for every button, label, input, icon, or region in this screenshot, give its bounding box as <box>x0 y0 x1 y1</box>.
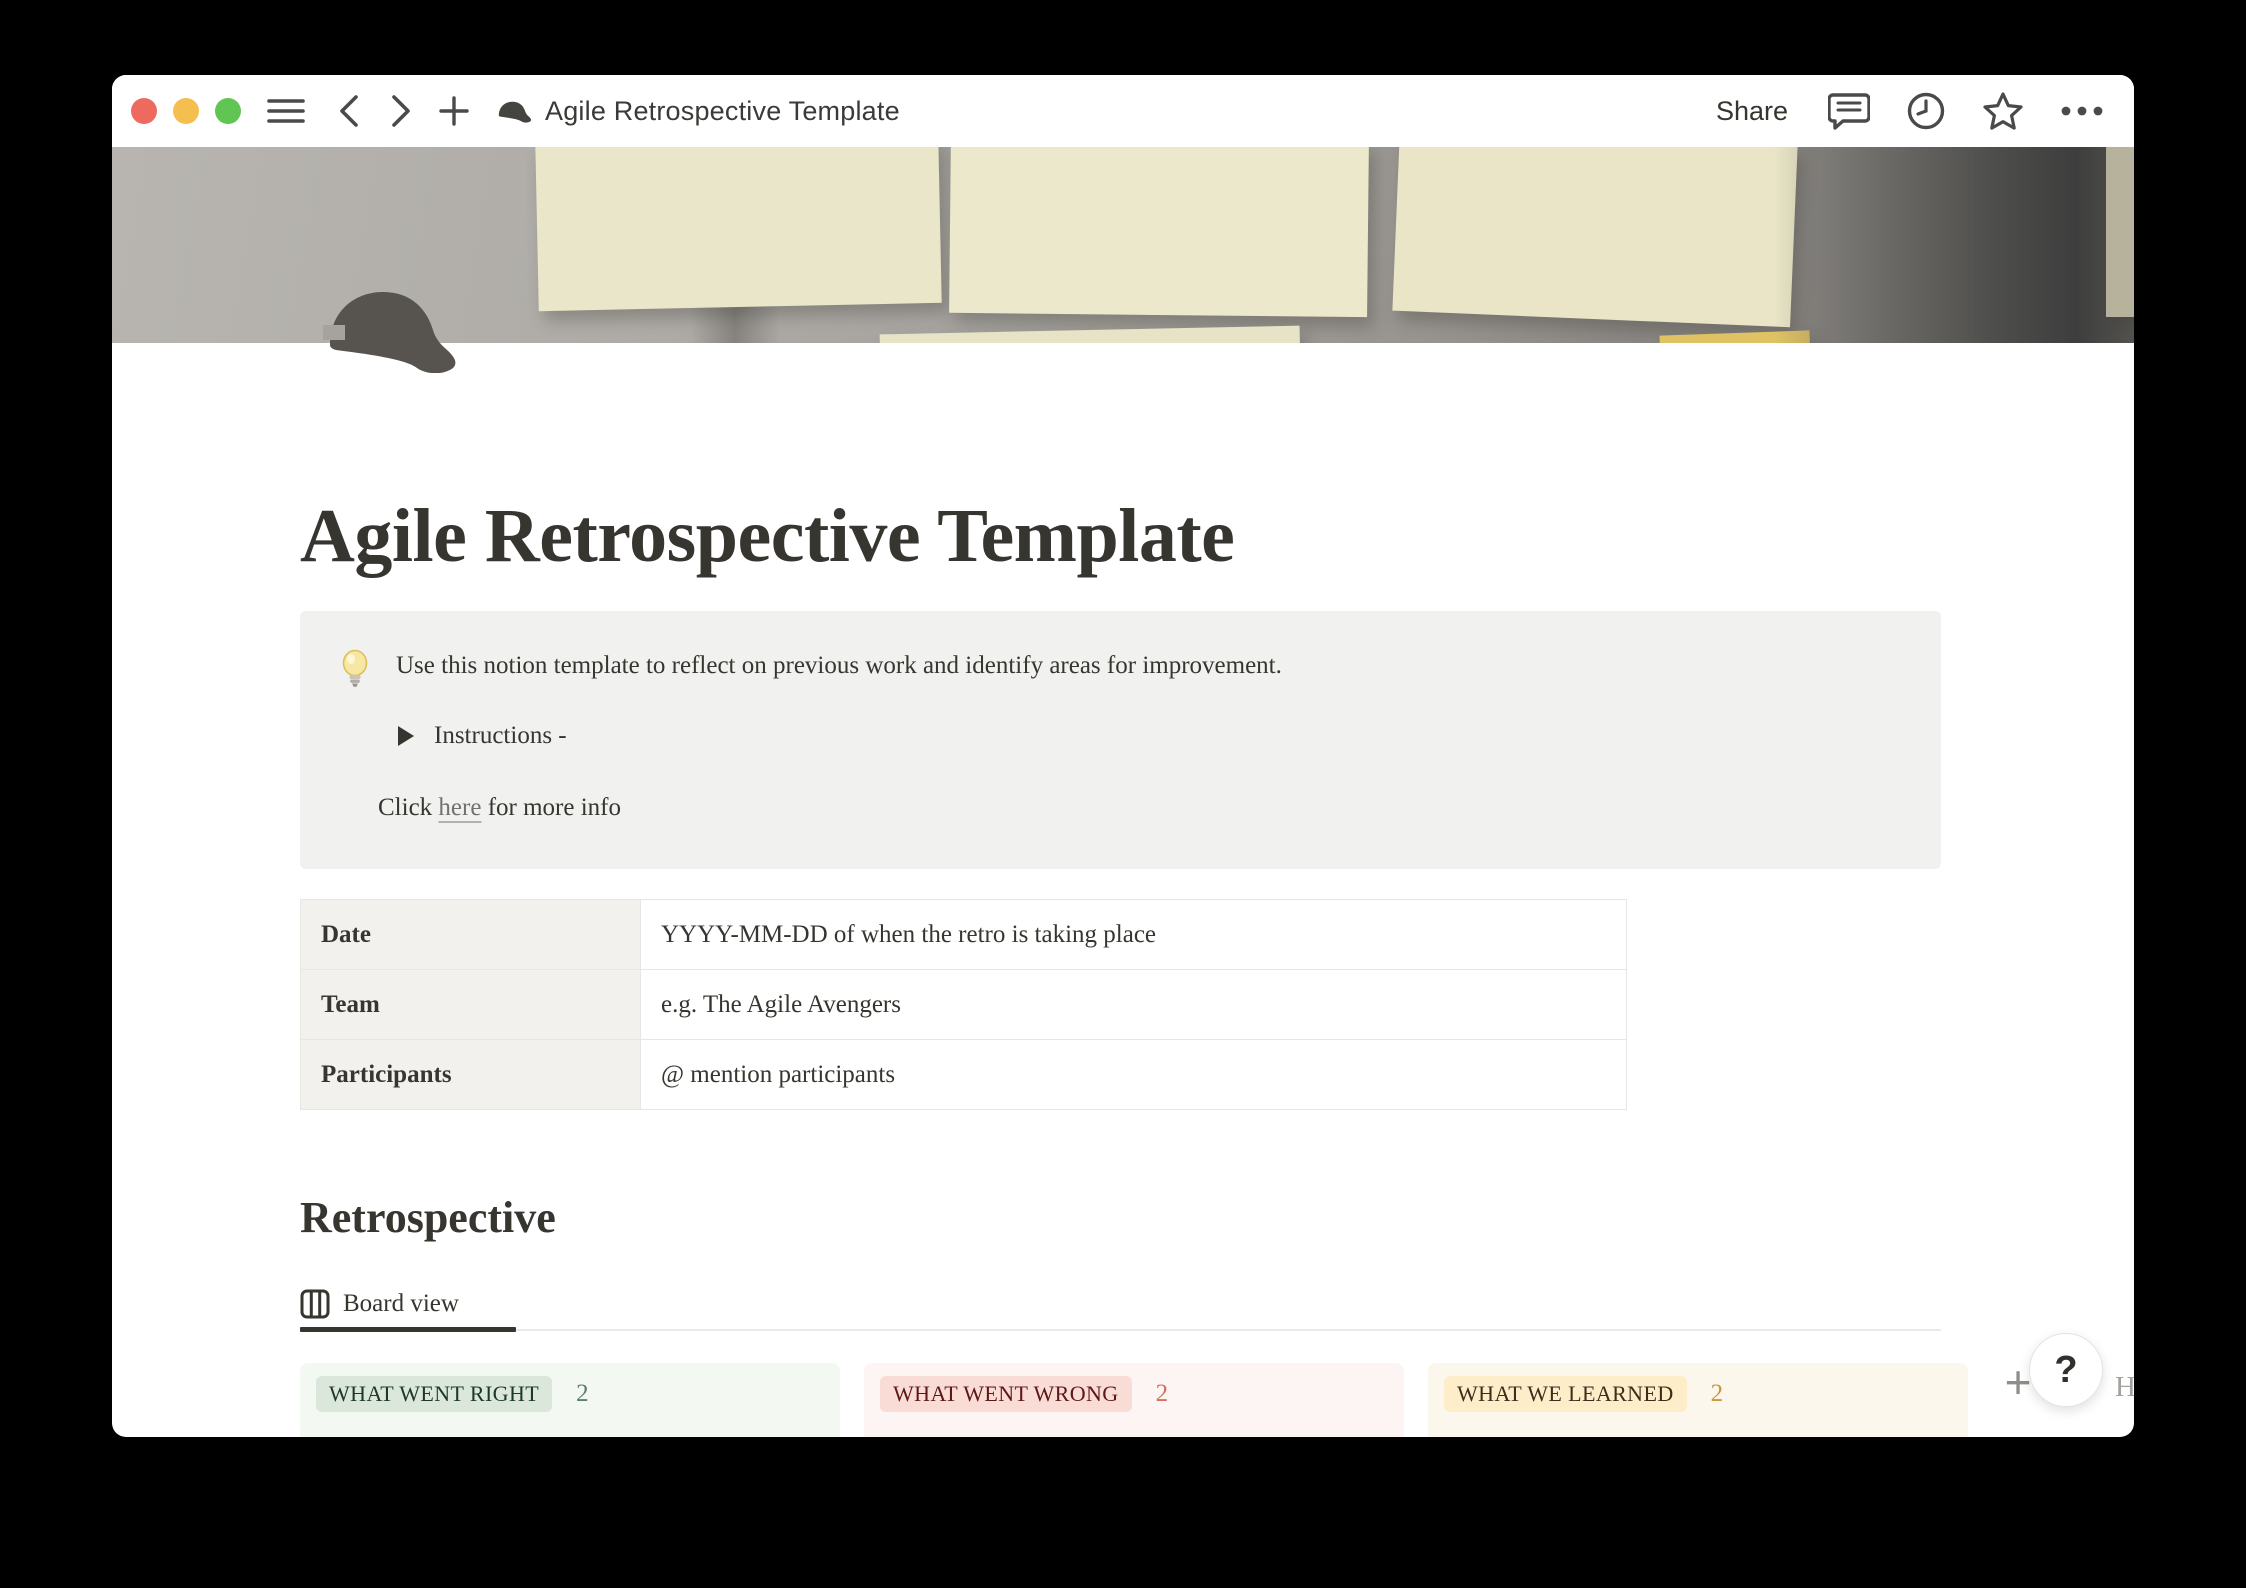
callout-block: Use this notion template to reflect on p… <box>300 611 1941 869</box>
section-heading: Retrospective <box>300 1192 1953 1243</box>
column-header-pill[interactable]: WHAT WE LEARNED <box>1444 1376 1687 1412</box>
notion-window: Agile Retrospective Template Share <box>112 75 2134 1437</box>
forward-button[interactable] <box>389 94 413 128</box>
lightbulb-icon <box>336 649 374 689</box>
property-label-cell[interactable]: Team <box>301 970 641 1040</box>
tab-label: Board view <box>343 1290 459 1318</box>
board-view-icon <box>300 1289 330 1319</box>
toggle-triangle-icon <box>398 726 414 746</box>
callout-text: Use this notion template to reflect on p… <box>396 649 1282 683</box>
history-button[interactable] <box>1906 91 1946 131</box>
chevron-right-icon <box>389 94 413 128</box>
property-value-cell[interactable]: YYYY-MM-DD of when the retro is taking p… <box>641 900 1627 970</box>
column-count: 2 <box>576 1380 589 1407</box>
sticky-note <box>2106 147 2134 317</box>
comment-icon <box>1828 91 1870 131</box>
window-title: Agile Retrospective Template <box>545 96 900 127</box>
property-value-cell[interactable]: e.g. The Agile Avengers <box>641 970 1627 1040</box>
comments-button[interactable] <box>1828 91 1870 131</box>
close-button[interactable] <box>131 98 157 124</box>
clipped-edge-text: H <box>2115 1371 2134 1404</box>
link-prefix: Click <box>378 794 438 821</box>
board-column-what-went-right: WHAT WENT RIGHT 2 <box>300 1363 840 1437</box>
table-row: Participants @ mention participants <box>301 1040 1627 1110</box>
more-options-button[interactable] <box>2060 106 2104 116</box>
active-tab-underline <box>300 1327 516 1332</box>
sticky-note <box>1392 147 1797 327</box>
help-button[interactable]: ? <box>2029 1333 2103 1407</box>
sticky-note <box>880 326 1301 343</box>
minimize-button[interactable] <box>173 98 199 124</box>
table-row: Date YYYY-MM-DD of when the retro is tak… <box>301 900 1627 970</box>
callout-link-line: Click here for more info <box>378 791 1905 825</box>
property-label-cell[interactable]: Participants <box>301 1040 641 1110</box>
tab-board-view[interactable]: Board view <box>300 1279 459 1329</box>
board-column-what-went-wrong: WHAT WENT WRONG 2 <box>864 1363 1404 1437</box>
page-content: Agile Retrospective Template Use this no… <box>112 495 1953 1437</box>
hamburger-icon <box>267 97 305 125</box>
instructions-toggle[interactable]: Instructions - <box>398 719 1905 753</box>
properties-table: Date YYYY-MM-DD of when the retro is tak… <box>300 899 1627 1110</box>
cap-icon <box>497 99 533 123</box>
page-icon-button[interactable] <box>323 283 463 373</box>
column-header-pill[interactable]: WHAT WENT WRONG <box>880 1376 1132 1412</box>
new-page-button[interactable] <box>439 96 469 126</box>
property-value-cell[interactable]: @ mention participants <box>641 1040 1627 1110</box>
share-button[interactable]: Share <box>1716 96 1788 127</box>
board-view: WHAT WENT RIGHT 2 WHAT WENT WRONG 2 WHAT… <box>300 1363 1968 1437</box>
plus-icon <box>439 96 469 126</box>
view-tabs: Board view <box>300 1279 1941 1331</box>
sticky-note <box>949 147 1369 317</box>
star-icon <box>1982 91 2024 131</box>
favorite-button[interactable] <box>1982 91 2024 131</box>
property-label-cell[interactable]: Date <box>301 900 641 970</box>
board-column-what-we-learned: WHAT WE LEARNED 2 <box>1428 1363 1968 1437</box>
toggle-label: Instructions - <box>434 719 567 753</box>
chevron-left-icon <box>337 94 361 128</box>
link-suffix: for more info <box>481 794 621 821</box>
here-link[interactable]: here <box>438 794 481 821</box>
sticky-note <box>535 147 941 311</box>
page-emoji-small <box>497 99 533 123</box>
column-count: 2 <box>1711 1380 1724 1407</box>
table-row: Team e.g. The Agile Avengers <box>301 970 1627 1040</box>
clock-icon <box>1906 91 1946 131</box>
page-title: Agile Retrospective Template <box>300 495 1953 577</box>
cover-dark-edge <box>1774 147 2134 343</box>
sidebar-toggle-button[interactable] <box>267 97 305 125</box>
back-button[interactable] <box>337 94 361 128</box>
zoom-button[interactable] <box>215 98 241 124</box>
title-bar: Agile Retrospective Template Share <box>112 75 2134 147</box>
traffic-lights <box>131 98 241 124</box>
ellipsis-icon <box>2060 106 2104 116</box>
cap-icon <box>323 283 463 373</box>
column-header-pill[interactable]: WHAT WENT RIGHT <box>316 1376 552 1412</box>
column-count: 2 <box>1156 1380 1169 1407</box>
